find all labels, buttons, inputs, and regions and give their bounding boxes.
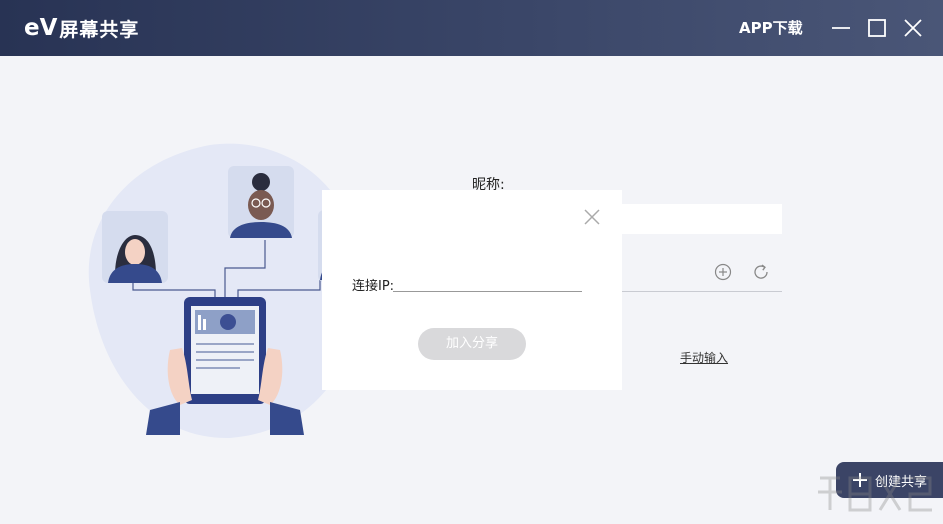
app-title: 屏幕共享 (59, 18, 140, 41)
connect-ip-input[interactable] (393, 270, 582, 292)
app-logo: eV 屏幕共享 (24, 13, 139, 43)
maximize-button[interactable] (865, 16, 889, 40)
connect-ip-dialog: 连接IP: 加入分享 (322, 190, 622, 390)
maximize-icon (868, 19, 886, 37)
device-list-divider (620, 291, 782, 292)
minimize-button[interactable] (829, 16, 853, 40)
refresh-icon[interactable] (752, 263, 770, 281)
app-download-button[interactable]: APP下载 (739, 17, 803, 38)
join-share-button[interactable]: 加入分享 (418, 328, 526, 360)
add-circle-icon[interactable] (714, 263, 732, 281)
watermark-logo (818, 476, 932, 512)
title-bar: eV 屏幕共享 APP下载 (0, 0, 943, 56)
manual-input-link[interactable]: 手动输入 (680, 349, 728, 366)
nickname-input[interactable] (600, 204, 782, 234)
connect-ip-label: 连接IP: (352, 279, 395, 294)
close-button[interactable] (901, 16, 925, 40)
app-logo-ev: eV (24, 15, 58, 41)
dialog-close-icon[interactable] (583, 208, 601, 226)
minimize-icon (832, 27, 850, 29)
close-icon (904, 19, 922, 37)
